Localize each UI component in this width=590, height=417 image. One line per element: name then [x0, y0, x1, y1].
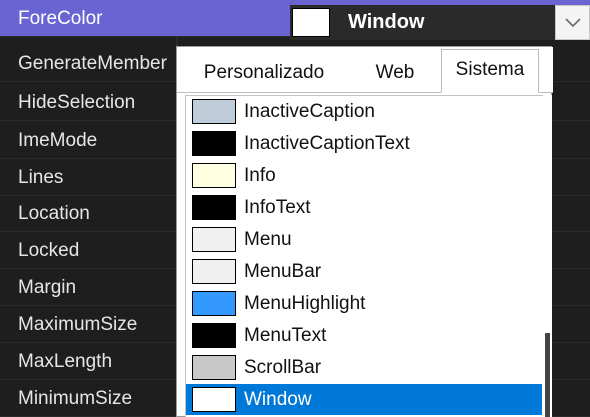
color-item-inactivecaption[interactable]: InactiveCaption	[186, 96, 542, 127]
property-name: MaxLength	[18, 351, 113, 372]
color-item-window[interactable]: Window	[186, 384, 542, 415]
scrollbar-thumb[interactable]	[545, 333, 550, 417]
property-name: MaximumSize	[18, 314, 138, 335]
color-item-infotext[interactable]: InfoText	[186, 192, 542, 223]
property-name: Lines	[18, 167, 64, 188]
color-swatch	[192, 291, 236, 316]
forecolor-value-editor[interactable]: Window	[290, 5, 590, 40]
tab-sistema[interactable]: Sistema	[441, 49, 539, 93]
color-name: Window	[244, 389, 312, 410]
color-swatch	[192, 387, 236, 412]
color-name: Info	[244, 165, 276, 186]
color-item-menubar[interactable]: MenuBar	[186, 256, 542, 287]
value-text: Window	[348, 11, 425, 33]
color-swatch	[192, 163, 236, 188]
color-item-scrollbar[interactable]: ScrollBar	[186, 352, 542, 383]
color-name: Menu	[244, 229, 292, 250]
color-item-menutext[interactable]: MenuText	[186, 320, 542, 351]
property-name: Margin	[18, 277, 77, 298]
property-name: HideSelection	[18, 92, 136, 113]
color-name: InactiveCaptionText	[244, 133, 410, 154]
color-name: MenuBar	[244, 261, 322, 282]
color-swatch	[192, 259, 236, 284]
property-name: Locked	[18, 240, 80, 261]
color-swatch	[192, 355, 236, 380]
color-item-info[interactable]: Info	[186, 160, 542, 191]
color-tabs: Personalizado Web Sistema	[177, 47, 553, 93]
color-swatch	[192, 227, 236, 252]
color-name: MenuHighlight	[244, 293, 366, 314]
color-item-inactivecaptiontext[interactable]: InactiveCaptionText	[186, 128, 542, 159]
value-color-swatch	[292, 8, 330, 37]
color-item-menu[interactable]: Menu	[186, 224, 542, 255]
color-swatch	[192, 131, 236, 156]
tab-personalizado[interactable]: Personalizado	[181, 53, 347, 93]
property-name: ImeMode	[18, 130, 98, 151]
color-swatch	[192, 99, 236, 124]
property-name: MinimumSize	[18, 388, 133, 409]
color-name: InactiveCaption	[244, 101, 375, 122]
tab-web[interactable]: Web	[349, 53, 441, 93]
system-color-list: InactiveCaption InactiveCaptionText Info…	[185, 95, 543, 417]
color-item-menuhighlight[interactable]: MenuHighlight	[186, 288, 542, 319]
color-swatch	[192, 195, 236, 220]
list-scrollbar[interactable]	[543, 95, 552, 417]
property-name: GenerateMember	[18, 53, 167, 74]
color-swatch	[192, 323, 236, 348]
chevron-down-icon	[564, 17, 581, 27]
color-name: ScrollBar	[244, 357, 322, 378]
color-name: InfoText	[244, 197, 311, 218]
color-name: MenuText	[244, 325, 327, 346]
property-name: ForeColor	[18, 8, 103, 29]
color-picker-popup: Personalizado Web Sistema InactiveCaptio…	[176, 46, 553, 417]
property-name: Location	[18, 203, 90, 224]
dropdown-button[interactable]	[555, 5, 590, 40]
